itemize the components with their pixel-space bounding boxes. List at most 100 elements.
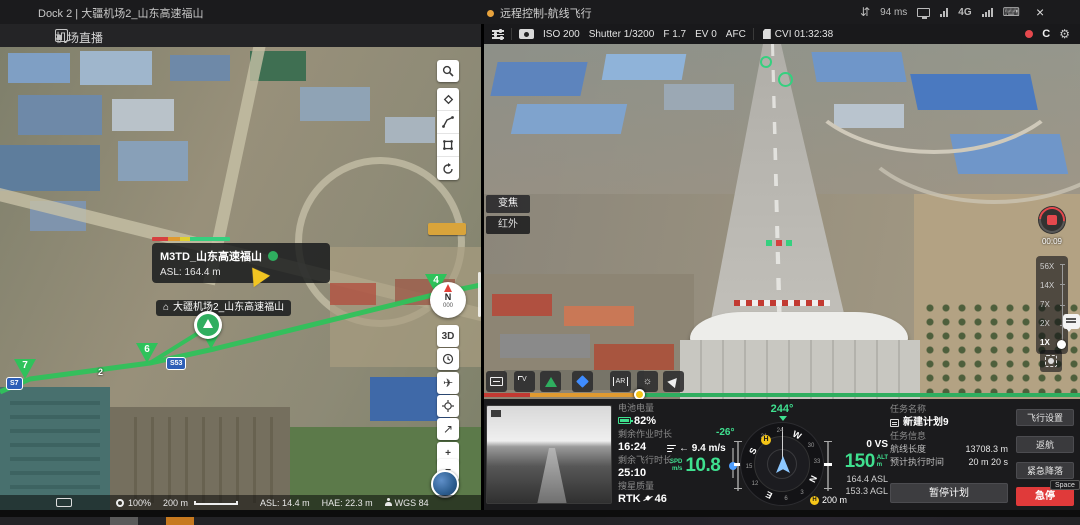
storage-remaining: CVI 01:32:38 — [775, 29, 833, 40]
map-3d-toggle[interactable]: 3D — [437, 325, 459, 347]
fpv-thumbnail[interactable] — [486, 405, 612, 504]
taskbar[interactable] — [0, 517, 1080, 525]
map-hae-value: HAE: 22.3 m — [322, 498, 373, 508]
focus-mode-value[interactable]: AFC — [726, 29, 746, 40]
status-dot-icon — [487, 10, 494, 17]
road-name-badge — [428, 223, 466, 235]
pin-point-button[interactable] — [572, 371, 593, 392]
settings-gear-icon[interactable]: ⚙ — [1059, 27, 1070, 41]
camera-feed[interactable]: 变焦 红外 00:09 56X 14X 7X 2X 1X — [484, 44, 1080, 399]
ev-value[interactable]: EV 0 — [695, 29, 717, 40]
keyboard-icon[interactable]: ⌨ — [1003, 5, 1020, 19]
ar-overlay-icon: AR — [613, 377, 629, 386]
map-view[interactable]: 7 6 5 4 2 S7 S53 M3TD_山东高速福山 ASL: 164.4 … — [0, 47, 481, 510]
fpv-road — [537, 448, 567, 504]
taskbar-item[interactable] — [110, 517, 138, 525]
drone-name: M3TD_山东高速福山 — [160, 248, 262, 264]
annotation-button[interactable] — [663, 371, 684, 392]
center-target-button[interactable] — [437, 395, 459, 417]
zoom-slider-handle[interactable] — [1057, 340, 1066, 349]
satellite-label: 搜星质量 — [618, 480, 734, 492]
dock-battery-value: 100% — [128, 498, 151, 508]
record-button[interactable] — [1038, 206, 1066, 234]
focus-scan-icon[interactable] — [1040, 350, 1062, 372]
tab-zoom-camera[interactable]: 变焦 — [486, 195, 530, 213]
map-scrollbar[interactable] — [478, 272, 481, 317]
window-title: Dock 2 | 大疆机场2_山东高速福山 — [38, 5, 203, 21]
chat-bubble-icon[interactable] — [1063, 314, 1080, 329]
asl-value: 164.4 ASL — [834, 473, 888, 485]
pause-plan-button[interactable]: 暂停计划 — [890, 483, 1008, 503]
polygon-tool-button[interactable] — [437, 134, 459, 157]
recording-indicator-icon — [1025, 30, 1033, 38]
media-library-button[interactable] — [540, 371, 561, 392]
basemap-layers-button[interactable] — [431, 470, 459, 498]
smart-focus-button[interactable] — [514, 371, 535, 392]
flight-mode-label: 远程控制-航线飞行 — [500, 5, 592, 21]
app-window: Dock 2 | 大疆机场2_山东高速福山 远程控制-航线飞行 ⇵ 94 ms … — [0, 0, 1080, 525]
zoom-level-option[interactable]: 7X — [1040, 300, 1060, 309]
compass-needle-icon — [444, 284, 452, 292]
fpv-badge-icon — [490, 409, 502, 418]
osd-toggle-button[interactable] — [486, 371, 507, 392]
camera-settings-bar: ISO 200 Shutter 1/3200 F 1.7 EV 0 AFC CV… — [484, 24, 1080, 44]
aircraft-locate-button[interactable]: ✈ — [437, 372, 459, 394]
dock-map-label[interactable]: ⌂大疆机场2_山东高速福山 — [156, 300, 291, 316]
person-icon — [385, 498, 392, 506]
zoom-level-option[interactable]: 14X — [1040, 281, 1060, 290]
drone-asl: ASL: 164.4 m — [160, 267, 322, 278]
drone-map-card[interactable]: M3TD_山东高速福山 ASL: 164.4 m — [152, 243, 330, 283]
camera-settings-icon[interactable] — [492, 29, 504, 39]
dock-icon: ⌂ — [163, 302, 169, 313]
return-home-button[interactable]: 返航 — [1016, 436, 1074, 453]
vertical-speed-value: 0 VS — [834, 439, 888, 450]
zoom-slider-track[interactable] — [1062, 264, 1063, 346]
iso-value[interactable]: ISO 200 — [543, 29, 580, 40]
ar-overlay-button[interactable]: AR — [610, 371, 631, 392]
orbit-tool-button[interactable] — [437, 157, 459, 180]
ar-route-marker-icon — [778, 72, 793, 87]
ar-route-marker-icon — [760, 56, 772, 68]
taskbar-strip — [0, 510, 1080, 525]
screen-link-icon — [917, 8, 930, 17]
map-search-button[interactable] — [437, 60, 459, 82]
record-stop-icon — [1047, 215, 1057, 225]
mission-progress-bar — [484, 393, 1080, 397]
flight-settings-button[interactable]: 飞行设置 — [1016, 409, 1074, 426]
agl-value: 153.3 AGL — [834, 485, 888, 497]
aperture-value[interactable]: F 1.7 — [663, 29, 686, 40]
panel-header: 机场直播 — [0, 24, 481, 47]
polyline-tool-button[interactable] — [437, 111, 459, 134]
road-shield: S53 — [166, 357, 186, 370]
cellular-signal-icon — [982, 8, 993, 17]
history-button[interactable] — [437, 348, 459, 370]
dock-position-icon[interactable] — [194, 311, 222, 339]
ground-speed: SPDm/s 10.8 — [670, 455, 720, 477]
wind-icon — [667, 445, 676, 453]
spotlight-icon: ☼ — [643, 376, 652, 387]
battery-icon — [618, 417, 631, 424]
signal-badge-icon — [268, 251, 278, 261]
zoom-level-option[interactable]: 2X — [1040, 319, 1060, 328]
emergency-land-button[interactable]: 紧急降落 — [1016, 462, 1074, 479]
satellite-value: RTK46 — [618, 492, 734, 506]
route-length-row: 航线长度13708.3 m — [890, 443, 1008, 456]
duration-row: 预计执行时间20 m 20 s — [890, 456, 1008, 469]
close-button[interactable]: × — [1036, 4, 1044, 20]
taskbar-item-active[interactable] — [166, 517, 194, 525]
shutter-value[interactable]: Shutter 1/3200 — [589, 29, 655, 40]
satellite-icon — [643, 494, 653, 502]
pan-arrow-button[interactable]: ↗ — [437, 418, 459, 440]
drone-status-minibar — [152, 237, 230, 241]
tab-infrared-camera[interactable]: 红外 — [486, 216, 530, 234]
swap-view-icon[interactable] — [55, 29, 68, 42]
zoom-level-option[interactable]: 56X — [1040, 262, 1060, 271]
map-compass[interactable]: N 000 — [430, 282, 466, 318]
cellular-4g-label: 4G — [958, 7, 971, 18]
pin-tool-button[interactable] — [437, 88, 459, 111]
shortcut-keyboard-icon[interactable] — [56, 498, 72, 507]
route-segment-label: 2 — [98, 367, 103, 377]
c-mode-button[interactable]: C — [1042, 28, 1050, 40]
camera-icon[interactable] — [519, 29, 534, 39]
annotation-icon — [667, 375, 680, 388]
